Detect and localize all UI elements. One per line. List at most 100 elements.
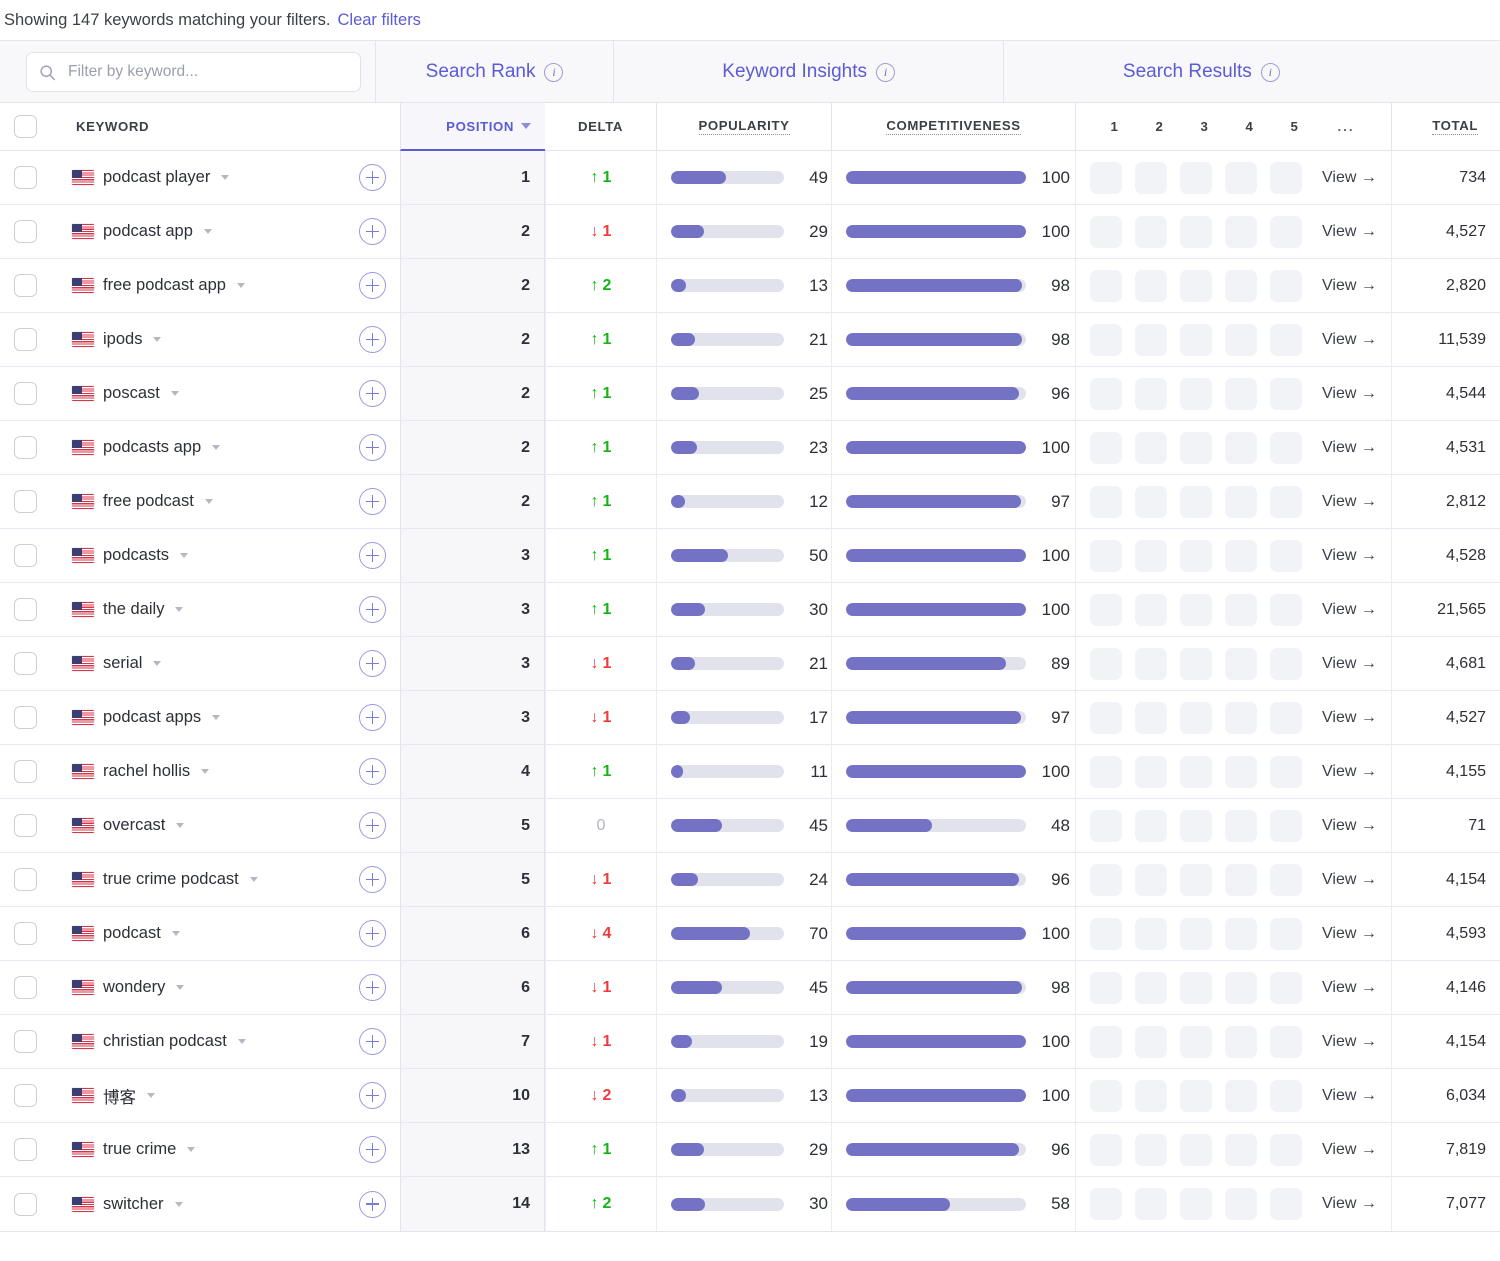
- plus-icon[interactable]: [359, 1082, 386, 1109]
- table-row[interactable]: free podcast 2 ↑ 1 12 97 View → 2,812: [0, 475, 1500, 529]
- caret-down-icon[interactable]: [237, 1039, 246, 1044]
- caret-down-icon[interactable]: [153, 661, 162, 666]
- plus-icon[interactable]: [359, 650, 386, 677]
- view-results-link[interactable]: View →: [1322, 439, 1377, 457]
- table-row[interactable]: podcast player 1 ↑ 1 49 100 View → 734: [0, 151, 1500, 205]
- caret-down-icon[interactable]: [236, 283, 245, 288]
- search-input[interactable]: [66, 62, 348, 82]
- caret-down-icon[interactable]: [180, 553, 189, 558]
- plus-icon[interactable]: [359, 1136, 386, 1163]
- table-row[interactable]: rachel hollis 4 ↑ 1 11 100 View → 4,155: [0, 745, 1500, 799]
- caret-down-icon[interactable]: [212, 445, 221, 450]
- view-results-link[interactable]: View →: [1322, 763, 1377, 781]
- table-row[interactable]: the daily 3 ↑ 1 30 100 View → 21,565: [0, 583, 1500, 637]
- column-header-total[interactable]: TOTAL: [1391, 103, 1500, 151]
- caret-down-icon[interactable]: [204, 499, 213, 504]
- caret-down-icon[interactable]: [203, 229, 212, 234]
- plus-icon[interactable]: [359, 812, 386, 839]
- plus-icon[interactable]: [359, 974, 386, 1001]
- view-results-link[interactable]: View →: [1322, 601, 1377, 619]
- caret-down-icon[interactable]: [147, 1093, 155, 1098]
- view-results-link[interactable]: View →: [1322, 331, 1377, 349]
- view-results-link[interactable]: View →: [1322, 223, 1377, 241]
- view-results-link[interactable]: View →: [1322, 1141, 1377, 1159]
- column-header-keyword[interactable]: KEYWORD: [58, 103, 400, 151]
- view-results-link[interactable]: View →: [1322, 547, 1377, 565]
- table-row[interactable]: podcast apps 3 ↓ 1 17 97 View → 4,527: [0, 691, 1500, 745]
- table-row[interactable]: christian podcast 7 ↓ 1 19 100 View → 4,154: [0, 1015, 1500, 1069]
- row-checkbox[interactable]: [14, 220, 37, 243]
- caret-down-icon[interactable]: [212, 715, 221, 720]
- table-row[interactable]: podcasts app 2 ↑ 1 23 100 View → 4,531: [0, 421, 1500, 475]
- table-row[interactable]: serial 3 ↓ 1 21 89 View → 4,681: [0, 637, 1500, 691]
- caret-down-icon[interactable]: [187, 1147, 196, 1152]
- plus-icon[interactable]: [359, 758, 386, 785]
- view-results-link[interactable]: View →: [1322, 493, 1377, 511]
- info-icon[interactable]: i: [1260, 62, 1280, 82]
- plus-icon[interactable]: [359, 542, 386, 569]
- column-header-popularity[interactable]: POPULARITY: [656, 103, 831, 151]
- table-row[interactable]: ipods 2 ↑ 1 21 98 View → 11,539: [0, 313, 1500, 367]
- view-results-link[interactable]: View →: [1322, 655, 1377, 673]
- table-row[interactable]: podcasts 3 ↑ 1 50 100 View → 4,528: [0, 529, 1500, 583]
- row-checkbox[interactable]: [14, 544, 37, 567]
- caret-down-icon[interactable]: [201, 769, 210, 774]
- caret-down-icon[interactable]: [249, 877, 258, 882]
- view-results-link[interactable]: View →: [1322, 1033, 1377, 1051]
- table-row[interactable]: podcast 6 ↓ 4 70 100 View → 4,593: [0, 907, 1500, 961]
- caret-down-icon[interactable]: [176, 985, 185, 990]
- search-input-wrapper[interactable]: [26, 52, 361, 92]
- plus-icon[interactable]: [359, 704, 386, 731]
- caret-down-icon[interactable]: [153, 337, 162, 342]
- plus-icon[interactable]: [359, 1190, 386, 1218]
- view-results-link[interactable]: View →: [1322, 925, 1377, 943]
- row-checkbox[interactable]: [14, 868, 37, 891]
- caret-down-icon[interactable]: [174, 1201, 183, 1207]
- table-row[interactable]: overcast 5 0 45 48 View → 71: [0, 799, 1500, 853]
- row-checkbox[interactable]: [14, 598, 37, 621]
- row-checkbox[interactable]: [14, 760, 37, 783]
- row-checkbox[interactable]: [14, 1192, 37, 1216]
- view-results-link[interactable]: View →: [1322, 385, 1377, 403]
- table-row[interactable]: wondery 6 ↓ 1 45 98 View → 4,146: [0, 961, 1500, 1015]
- row-checkbox[interactable]: [14, 976, 37, 999]
- plus-icon[interactable]: [359, 218, 386, 245]
- view-results-link[interactable]: View →: [1322, 709, 1377, 727]
- column-header-competitiveness[interactable]: COMPETITIVENESS: [831, 103, 1075, 151]
- view-results-link[interactable]: View →: [1322, 817, 1377, 835]
- caret-down-icon[interactable]: [176, 823, 185, 828]
- table-row[interactable]: 博客 10 ↓ 2 13 100 View → 6,034: [0, 1069, 1500, 1123]
- plus-icon[interactable]: [359, 326, 386, 353]
- row-checkbox[interactable]: [14, 1138, 37, 1161]
- column-header-position[interactable]: POSITION: [400, 103, 545, 151]
- caret-down-icon[interactable]: [175, 607, 184, 612]
- row-checkbox[interactable]: [14, 274, 37, 297]
- row-checkbox[interactable]: [14, 814, 37, 837]
- caret-down-icon[interactable]: [171, 931, 180, 936]
- view-results-link[interactable]: View →: [1322, 1087, 1377, 1105]
- row-checkbox[interactable]: [14, 1030, 37, 1053]
- row-checkbox[interactable]: [14, 652, 37, 675]
- info-icon[interactable]: i: [544, 62, 564, 82]
- column-header-delta[interactable]: DELTA: [545, 103, 656, 151]
- table-row[interactable]: true crime 13 ↑ 1 29 96 View → 7,819: [0, 1123, 1500, 1177]
- row-checkbox[interactable]: [14, 490, 37, 513]
- row-checkbox[interactable]: [14, 328, 37, 351]
- plus-icon[interactable]: [359, 434, 386, 461]
- table-row[interactable]: true crime podcast 5 ↓ 1 24 96 View → 4,154: [0, 853, 1500, 907]
- plus-icon[interactable]: [359, 596, 386, 623]
- row-checkbox[interactable]: [14, 436, 37, 459]
- view-results-link[interactable]: View →: [1322, 871, 1377, 889]
- view-results-link[interactable]: View →: [1322, 277, 1377, 295]
- row-checkbox[interactable]: [14, 706, 37, 729]
- clear-filters-link[interactable]: Clear filters: [338, 11, 421, 30]
- row-checkbox[interactable]: [14, 1084, 37, 1107]
- view-results-link[interactable]: View →: [1322, 169, 1377, 187]
- info-icon[interactable]: i: [875, 62, 895, 82]
- row-checkbox[interactable]: [14, 922, 37, 945]
- caret-down-icon[interactable]: [221, 175, 230, 180]
- plus-icon[interactable]: [359, 488, 386, 515]
- plus-icon[interactable]: [359, 380, 386, 407]
- table-row[interactable]: free podcast app 2 ↑ 2 13 98 View → 2,820: [0, 259, 1500, 313]
- select-all-checkbox[interactable]: [14, 115, 37, 138]
